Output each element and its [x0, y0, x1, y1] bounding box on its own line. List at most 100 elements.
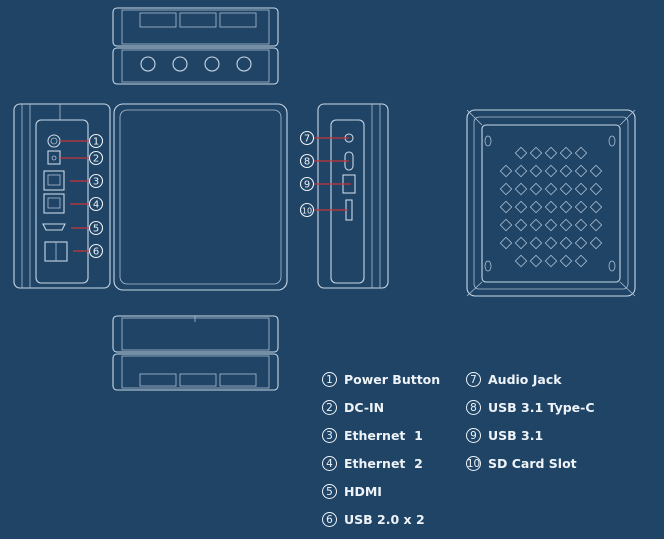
screw-slot: [484, 135, 492, 147]
vent-hole: [589, 164, 603, 178]
vent-hole: [559, 236, 573, 250]
vent-hole: [544, 236, 558, 250]
bottom-view: [112, 315, 279, 391]
legend-number: 2: [322, 400, 337, 415]
legend-number: 6: [322, 512, 337, 527]
vent-hole: [499, 218, 513, 232]
vent-hole: [589, 218, 603, 232]
legend-item: 8 USB 3.1 Type-C: [466, 400, 595, 415]
callout-10: 10: [299, 202, 348, 218]
svg-text:9: 9: [304, 180, 310, 191]
legend-item: 2 DC-IN: [322, 400, 384, 415]
legend-number: 7: [466, 372, 481, 387]
callout-4: 4: [70, 196, 104, 212]
vent-hole: [514, 236, 528, 250]
vent-hole: [499, 236, 513, 250]
vent-hole: [499, 182, 513, 196]
legend-number: 1: [322, 372, 337, 387]
vent-hole: [544, 146, 558, 160]
vent-hole: [589, 236, 603, 250]
vent-hole: [589, 182, 603, 196]
callout-7: 7: [299, 130, 349, 146]
vent-hole: [499, 200, 513, 214]
svg-text:1: 1: [93, 137, 99, 148]
legend-label: USB 2.0 x 2: [344, 512, 425, 527]
legend-item: 4 Ethernet 2: [322, 456, 423, 471]
vent-hole: [574, 164, 588, 178]
vent-hole: [574, 218, 588, 232]
svg-text:6: 6: [93, 247, 99, 258]
svg-text:2: 2: [93, 154, 99, 165]
screw-slot: [484, 260, 492, 272]
legend-number: 5: [322, 484, 337, 499]
vent-hole: [574, 182, 588, 196]
vent-hole: [514, 218, 528, 232]
front-view: [113, 103, 288, 291]
legend-label: HDMI: [344, 484, 382, 499]
vent-hole: [559, 182, 573, 196]
vent-hole: [544, 182, 558, 196]
vent-hole: [529, 164, 543, 178]
vent-hole: [544, 218, 558, 232]
vent-hole: [559, 146, 573, 160]
legend-label: USB 3.1: [488, 428, 544, 443]
screw-slot: [608, 260, 616, 272]
svg-text:10: 10: [302, 207, 312, 216]
legend-item: 1 Power Button: [322, 372, 440, 387]
callout-1: 1: [60, 133, 104, 149]
legend-label: Ethernet 2: [344, 456, 423, 471]
legend-item: 6 USB 2.0 x 2: [322, 512, 425, 527]
vent-hole: [544, 200, 558, 214]
svg-text:5: 5: [93, 224, 99, 235]
vent-hole: [514, 182, 528, 196]
legend-item: 3 Ethernet 1: [322, 428, 423, 443]
callout-3: 3: [70, 173, 104, 189]
legend-number: 10: [466, 456, 481, 471]
vent-hole: [529, 254, 543, 268]
legend-number: 9: [466, 428, 481, 443]
legend-label: SD Card Slot: [488, 456, 577, 471]
vent-hole: [529, 200, 543, 214]
vent-hole: [559, 218, 573, 232]
legend-label: Power Button: [344, 372, 441, 387]
legend-number: 3: [322, 428, 337, 443]
callout-2: 2: [60, 150, 104, 166]
vent-hole: [574, 236, 588, 250]
underside-view: [466, 109, 636, 297]
callout-5: 5: [71, 220, 104, 236]
vent-hole: [514, 164, 528, 178]
legend-item: 9 USB 3.1: [466, 428, 543, 443]
vent-hole: [559, 254, 573, 268]
legend-number: 4: [322, 456, 337, 471]
legend-label: Audio Jack: [488, 372, 562, 387]
vent-hole: [514, 254, 528, 268]
vent-hole: [529, 146, 543, 160]
left-side-view: [13, 103, 111, 289]
legend-item: 5 HDMI: [322, 484, 382, 499]
vent-hole: [589, 200, 603, 214]
vent-hole: [529, 218, 543, 232]
svg-text:3: 3: [93, 177, 99, 188]
legend-item: 7 Audio Jack: [466, 372, 562, 387]
vent-hole: [514, 146, 528, 160]
legend-label: USB 3.1 Type-C: [488, 400, 595, 415]
svg-text:8: 8: [304, 157, 310, 168]
vent-hole: [544, 254, 558, 268]
vent-hole: [514, 200, 528, 214]
vent-hole: [499, 164, 513, 178]
legend-label: Ethernet 1: [344, 428, 423, 443]
svg-text:7: 7: [304, 134, 310, 145]
vent-hole: [574, 254, 588, 268]
vent-hole: [559, 164, 573, 178]
svg-text:4: 4: [93, 200, 99, 211]
screw-slot: [608, 135, 616, 147]
right-side-view: [317, 103, 389, 289]
top-view: [112, 7, 279, 85]
vent-hole: [559, 200, 573, 214]
vent-hole: [544, 164, 558, 178]
legend-item: 10 SD Card Slot: [466, 456, 577, 471]
vent-hole: [529, 182, 543, 196]
vent-hole: [574, 146, 588, 160]
legend-number: 8: [466, 400, 481, 415]
legend-label: DC-IN: [344, 400, 385, 415]
